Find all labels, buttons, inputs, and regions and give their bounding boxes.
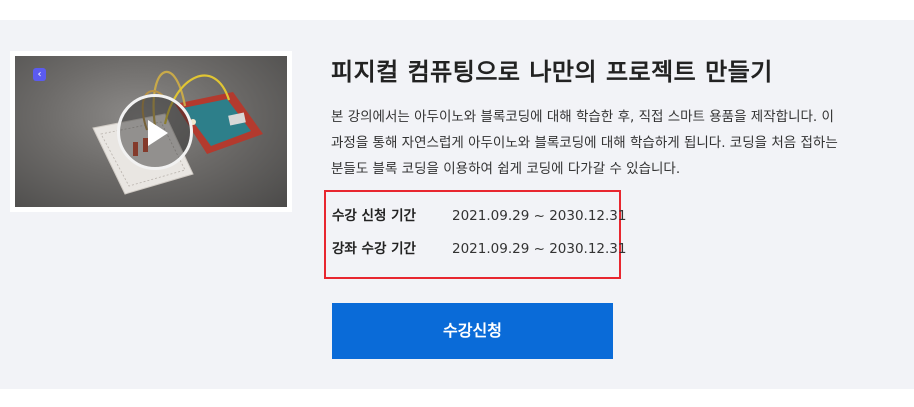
description-line: 본 강의에서는 아두이노와 블록코딩에 대해 학습한 후, 직접 스마트 용품을…	[331, 109, 834, 125]
course-period-row: 강좌 수강 기간 2021.09.29 ~ 2030.12.31	[332, 239, 627, 259]
course-thumbnail[interactable]: ‹	[10, 51, 292, 212]
course-description: 본 강의에서는 아두이노와 블록코딩에 대해 학습한 후, 직접 스마트 용품을…	[331, 104, 891, 182]
play-icon	[148, 120, 168, 146]
period-highlight-box	[324, 190, 621, 279]
course-period-value: 2021.09.29 ~ 2030.12.31	[452, 241, 627, 257]
description-line: 과정을 통해 자연스럽게 아두이노와 블록코딩에 대해 학습하게 됩니다. 코딩…	[331, 135, 838, 151]
bottom-strip	[0, 389, 914, 407]
course-title: 피지컬 컴퓨팅으로 나만의 프로젝트 만들기	[331, 58, 773, 86]
chevron-left-icon[interactable]: ‹	[33, 68, 46, 81]
enrollment-period-row: 수강 신청 기간 2021.09.29 ~ 2030.12.31	[332, 206, 627, 226]
enrollment-period-label: 수강 신청 기간	[332, 208, 416, 224]
course-period-label: 강좌 수강 기간	[332, 241, 416, 257]
top-strip	[0, 0, 914, 20]
enroll-button[interactable]: 수강신청	[332, 303, 613, 359]
description-line: 분들도 블록 코딩을 이용하여 쉽게 코딩에 다가갈 수 있습니다.	[331, 161, 681, 177]
play-button[interactable]	[117, 94, 193, 170]
video-thumbnail[interactable]: ‹	[15, 56, 287, 207]
enrollment-period-value: 2021.09.29 ~ 2030.12.31	[452, 208, 627, 224]
